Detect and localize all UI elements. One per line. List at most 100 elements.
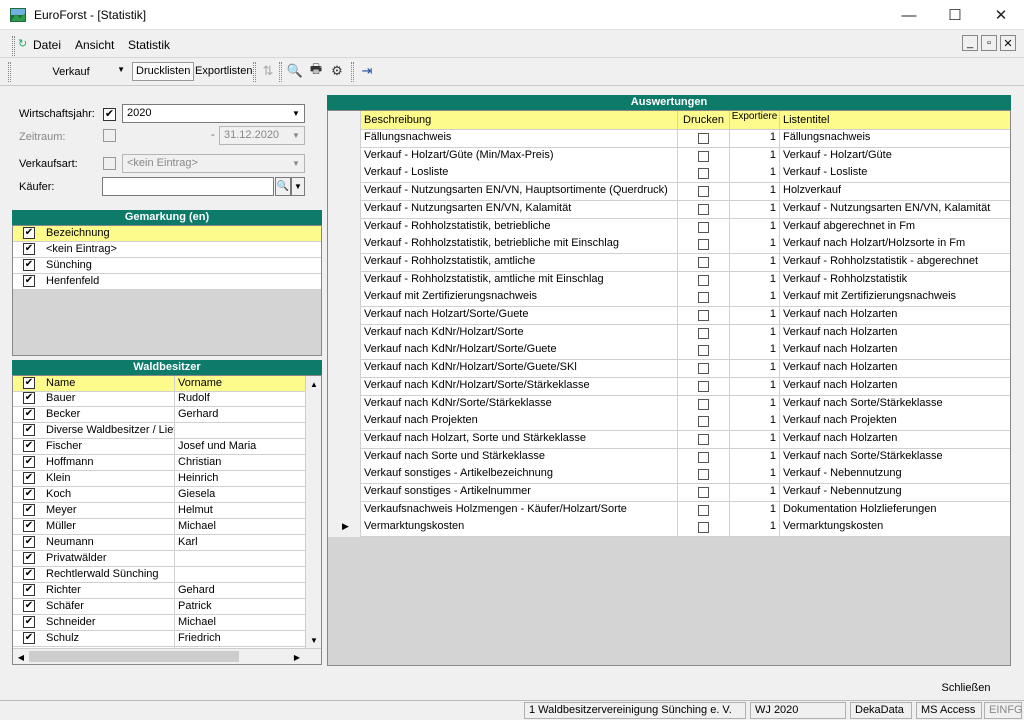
exportlisten-button[interactable]: Exportlisten [191,62,256,81]
drucken-checkbox[interactable] [698,504,709,516]
scroll-up-icon[interactable]: ▲ [306,376,321,392]
drucken-checkbox[interactable] [698,469,709,481]
drucken-checkbox[interactable] [698,274,709,286]
waldbesitzer-checkbox[interactable]: ✔ [23,520,35,532]
gemarkung-checkbox[interactable]: ✔ [23,243,35,255]
row-selector[interactable] [328,448,361,467]
drucken-checkbox[interactable] [698,133,709,144]
close-window-button[interactable]: ✕ [978,0,1024,30]
horizontal-scroll-thumb[interactable] [29,651,239,662]
waldbesitzer-checkbox[interactable]: ✔ [23,424,35,436]
waldbesitzer-row[interactable]: ✔ Bauer Rudolf [13,391,305,407]
auswertung-row[interactable]: Verkauf - Rohholzstatistik, amtliche mit… [328,271,1010,290]
drucken-checkbox[interactable] [698,398,709,410]
auswertung-row[interactable]: Verkauf nach Sorte und Stärkeklasse 1 Verk… [328,448,1010,467]
auswertung-row[interactable]: Verkauf sonstiges - Artikelnummer 1 Verkau… [328,484,1010,502]
auswertung-row[interactable]: Verkauf nach Holzart, Sorte und Stärkekl… [328,430,1010,449]
printer-setup-icon[interactable]: ⚙ [328,62,346,80]
waldbesitzer-row[interactable]: ✔ Fischer Josef und Maria [13,439,305,455]
row-selector[interactable] [328,413,361,432]
waldbesitzer-row[interactable]: ✔ Diverse Waldbesitzer / Lief [13,423,305,439]
row-selector[interactable] [328,130,361,148]
auswertung-row[interactable]: Verkaufsnachweis Holzmengen - Käufer/Hol… [328,501,1010,520]
auswertung-row[interactable]: Verkauf nach KdNr/Holzart/Sorte/Stärkekl… [328,377,1010,396]
drucken-checkbox[interactable] [698,487,709,498]
auswertung-row[interactable]: Fällungsnachweis 1 Fällungsnachweis [328,130,1010,148]
row-selector[interactable] [328,147,361,166]
auswertung-row[interactable]: Verkauf nach Projekten 1 Verkauf nach Proj… [328,413,1010,432]
waldbesitzer-checkbox[interactable]: ✔ [23,536,35,548]
scroll-down-icon[interactable]: ▼ [306,632,321,648]
gemarkung-checkbox[interactable]: ✔ [23,275,35,287]
gemarkung-row[interactable]: ✔ Henfenfeld [13,274,321,290]
waldbesitzer-checkbox[interactable]: ✔ [23,568,35,580]
drucken-checkbox[interactable] [698,451,709,463]
row-selector[interactable] [328,307,361,325]
scroll-right-icon[interactable]: ▶ [289,649,305,664]
row-selector[interactable] [328,342,361,361]
row-selector[interactable] [328,218,361,237]
mdi-close-button[interactable]: ✕ [1000,35,1016,51]
waldbesitzer-checkbox[interactable]: ✔ [23,488,35,500]
row-selector[interactable] [328,253,361,272]
waldbesitzer-row[interactable]: ✔ Privatwälder [13,551,305,567]
row-selector[interactable] [328,165,361,184]
exit-icon[interactable]: ⇥ [358,62,376,80]
row-selector[interactable] [328,484,361,502]
waldbesitzer-checkbox[interactable]: ✔ [23,408,35,420]
drucken-checkbox[interactable] [698,186,709,198]
row-selector[interactable] [328,501,361,520]
gemarkung-row[interactable]: ✔ Sünching [13,258,321,274]
auswertung-row[interactable]: Verkauf - Holzart/Güte (Min/Max-Preis) 1 V… [328,147,1010,166]
auswertung-row[interactable]: Verkauf nach KdNr/Sorte/Stärkeklasse 1 Ver… [328,395,1010,414]
row-selector[interactable] [328,377,361,396]
auswertung-row[interactable]: Verkauf - Rohholzstatistik, betriebliche… [328,236,1010,255]
waldbesitzer-checkbox[interactable]: ✔ [23,584,35,596]
auswertung-row[interactable]: Verkauf sonstiges - Artikelbezeichnung 1 V… [328,466,1010,485]
current-row-indicator-icon[interactable]: ▶ [328,519,361,538]
sort-icon[interactable]: ⇅ [259,62,277,80]
listentitel-column-header[interactable]: Listentitel [780,111,1010,130]
drucken-checkbox[interactable] [698,380,709,392]
waldbesitzer-checkbox[interactable]: ✔ [23,440,35,452]
row-selector[interactable] [328,236,361,255]
waldbesitzer-checkbox[interactable]: ✔ [23,600,35,612]
gemarkung-checkbox[interactable]: ✔ [23,259,35,271]
auswertung-row[interactable]: Verkauf - Nutzungsarten EN/VN, Kalamität… [328,200,1010,219]
gemarkung-header-row[interactable]: ✔ Bezeichnung [13,226,321,242]
exportiere-column-header[interactable]: Exportiere [730,111,780,130]
drucken-checkbox[interactable] [698,522,709,534]
waldbesitzer-checkbox[interactable]: ✔ [23,632,35,644]
auswertung-row[interactable]: Verkauf nach KdNr/Holzart/Sorte/Guete/SK… [328,360,1010,379]
schliessen-button[interactable]: Schließen [916,677,1016,699]
gemarkung-all-checkbox[interactable]: ✔ [23,227,35,239]
verkaufsart-select[interactable]: <kein Eintrag> ▼ [122,154,305,173]
mdi-child-icon[interactable]: ↻ [18,37,27,50]
waldbesitzer-checkbox[interactable]: ✔ [23,504,35,516]
drucken-checkbox[interactable] [698,327,709,339]
waldbesitzer-row[interactable]: ✔ Müller Michael [13,519,305,535]
auswertung-row[interactable]: Verkauf - Losliste 1 Verkauf - Losliste [328,165,1010,184]
waldbesitzer-row[interactable]: ✔ Schäfer Patrick [13,599,305,615]
waldbesitzer-checkbox[interactable]: ✔ [23,392,35,404]
waldbesitzer-row[interactable]: ✔ Koch Giesela [13,487,305,503]
row-selector[interactable] [328,466,361,485]
auswertung-row[interactable]: Verkauf nach KdNr/Holzart/Sorte 1 Verkauf … [328,324,1010,343]
kaeufer-search-icon[interactable]: 🔍 [275,177,291,196]
waldbesitzer-row[interactable]: ✔ Richter Gehard [13,583,305,599]
row-selector[interactable] [328,395,361,414]
scroll-left-icon[interactable]: ◀ [13,649,29,664]
auswertung-row[interactable]: Verkauf nach KdNr/Holzart/Sorte/Guete 1 Ve… [328,342,1010,361]
wirtschaftsjahr-select[interactable]: 2020 ▼ [122,104,305,123]
waldbesitzer-checkbox[interactable]: ✔ [23,552,35,564]
drucken-checkbox[interactable] [698,433,709,445]
waldbesitzer-horizontal-scrollbar[interactable]: ◀ ▶ [13,648,321,664]
waldbesitzer-vertical-scrollbar[interactable]: ▲ ▼ [305,376,321,648]
menu-ansicht[interactable]: Ansicht [75,38,114,52]
waldbesitzer-row[interactable]: ✔ Becker Gerhard [13,407,305,423]
drucken-column-header[interactable]: Drucken [678,111,730,130]
drucken-checkbox[interactable] [698,292,709,304]
row-selector[interactable] [328,271,361,290]
drucken-checkbox[interactable] [698,203,709,215]
zeitraum-to-date[interactable]: 31.12.2020 ▼ [219,126,305,145]
